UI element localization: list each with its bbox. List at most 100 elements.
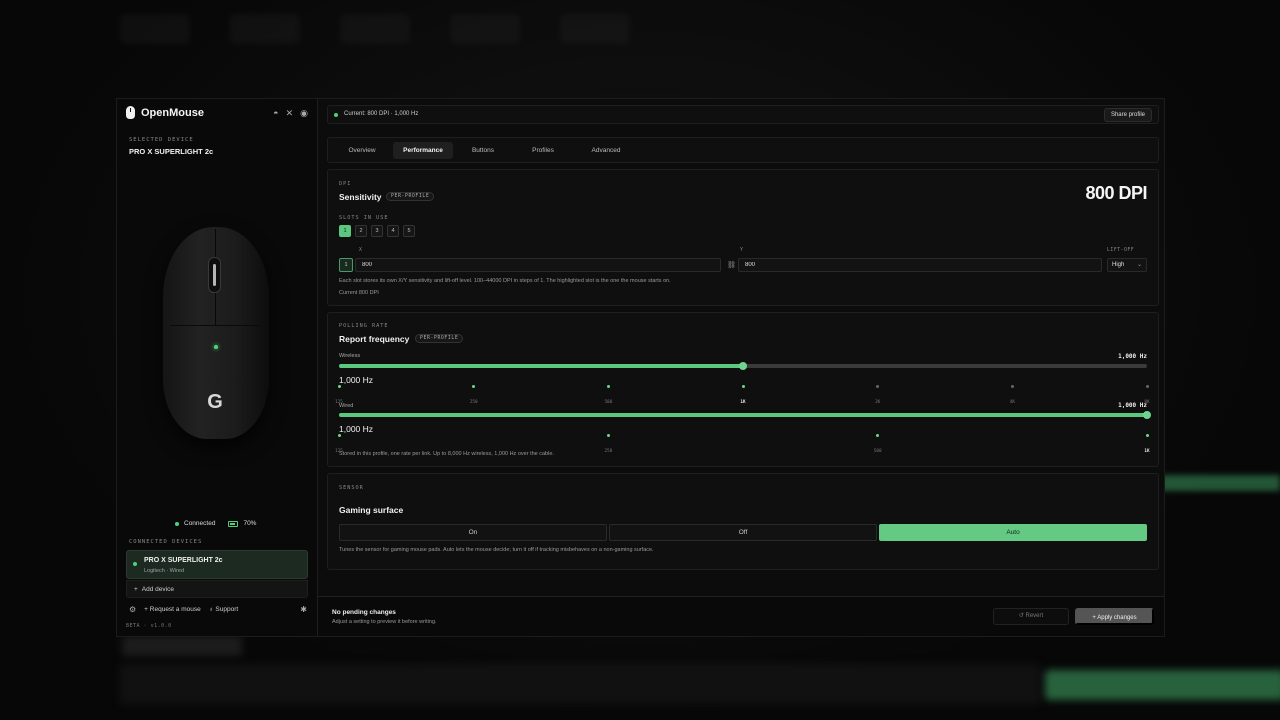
link-xy-icon[interactable]: ⛓ (727, 261, 736, 269)
add-device-button[interactable]: + Add device (126, 580, 308, 598)
wireless-tick-dot (876, 385, 880, 388)
app-window: OpenMouse ◓ ✕ ◉ SELECTED DEVICE PRO X SU… (116, 98, 1165, 637)
wireless-tick[interactable]: 500 (598, 385, 618, 408)
device-card-sub: Logitech · Wired (144, 568, 185, 574)
tab-buttons[interactable]: Buttons (458, 142, 508, 159)
active-slot-tag: 1 (339, 258, 353, 272)
wired-tick-dot (1145, 434, 1149, 437)
sensor-panel: SENSOR Gaming surface On Off Auto Tunes … (327, 473, 1159, 570)
battery-level: 70% (243, 520, 257, 527)
wired-tick-label: 500 (873, 449, 882, 454)
wired-tick-dot (337, 434, 341, 437)
per-profile-badge: PER-PROFILE (415, 334, 464, 343)
wireless-rate-display: 1,000 Hz (339, 375, 374, 385)
wireless-tick[interactable]: 2K (868, 385, 888, 408)
wireless-tick[interactable]: 1K (733, 385, 753, 408)
sidebar-footer: ⚙ + Request a mouse ♁ Support ✱ (129, 605, 307, 614)
wired-slider[interactable] (339, 411, 1151, 419)
dpi-slot-5[interactable]: 5 (403, 225, 415, 237)
revert-button[interactable]: ↺ Revert (993, 608, 1069, 625)
app-name: OpenMouse (141, 106, 204, 119)
social-links: ◓ ✕ ◉ (273, 108, 308, 119)
wired-value: 1,000 Hz (1118, 402, 1147, 409)
sensor-title: Gaming surface (339, 505, 404, 515)
device-card[interactable]: PRO X SUPERLIGHT 2c Logitech · Wired (126, 550, 308, 579)
wired-label: Wired (339, 403, 354, 409)
tab-advanced[interactable]: Advanced (580, 142, 632, 159)
polling-section-label: POLLING RATE (339, 323, 389, 329)
bug-icon[interactable]: ✱ (300, 605, 307, 614)
wireless-tick-label: 1K (740, 400, 746, 405)
tab-profiles[interactable]: Profiles (518, 142, 568, 159)
surface-option-off[interactable]: Off (609, 524, 877, 541)
polling-panel: POLLING RATE Report frequency PER-PROFIL… (327, 312, 1159, 467)
dpi-slot-4[interactable]: 4 (387, 225, 399, 237)
wireless-tick[interactable]: 4K (1002, 385, 1022, 408)
dpi-slot-1[interactable]: 1 (339, 225, 351, 237)
sidebar: OpenMouse ◓ ✕ ◉ SELECTED DEVICE PRO X SU… (117, 99, 318, 636)
status-dot-icon (175, 521, 179, 526)
chevron-down-icon: ⌄ (1136, 262, 1142, 268)
y-label: Y (740, 248, 744, 253)
x-icon[interactable]: ✕ (286, 108, 294, 119)
discord-icon[interactable]: ◓ (273, 108, 278, 119)
liftoff-select[interactable]: High ⌄ (1107, 258, 1147, 272)
share-profile-button[interactable]: Share profile (1103, 108, 1152, 122)
wireless-tick-label: 250 (469, 400, 478, 405)
wired-tick[interactable]: 1K (1137, 434, 1157, 457)
wired-tick[interactable]: 250 (598, 434, 618, 457)
surface-option-on[interactable]: On (339, 524, 607, 541)
dpi-y-input[interactable] (738, 258, 1102, 272)
background-tabs (120, 14, 630, 44)
wired-tick[interactable]: 500 (868, 434, 888, 457)
dpi-help-text: Each slot stores its own X/Y sensitivity… (339, 278, 671, 284)
support-link[interactable]: ♁ Support (209, 606, 238, 613)
selected-device-label: SELECTED DEVICE (129, 137, 194, 143)
wireless-label: Wireless (339, 353, 361, 359)
dpi-panel: DPI Sensitivity PER-PROFILE 800 DPI SLOT… (327, 169, 1159, 306)
wired-rate-display: 1,000 Hz (339, 424, 374, 434)
per-profile-badge: PER-PROFILE (386, 192, 435, 201)
mouse-image: G (158, 225, 274, 445)
wired-slider-knob[interactable] (1143, 411, 1151, 419)
undo-icon: ↺ (1018, 613, 1024, 619)
settings-icon[interactable]: ⚙ (129, 605, 136, 614)
wireless-tick-label: 2K (875, 400, 881, 405)
tab-performance[interactable]: Performance (393, 142, 453, 159)
dpi-slot-3[interactable]: 3 (371, 225, 383, 237)
wireless-slider-knob[interactable] (739, 362, 747, 370)
wired-tick-dot (876, 434, 880, 437)
dpi-x-input[interactable] (355, 258, 721, 272)
wireless-tick-label: 500 (604, 400, 613, 405)
background-bar (1160, 475, 1280, 491)
dpi-title: Sensitivity (339, 192, 382, 202)
slots-label: SLOTS IN USE (339, 215, 389, 221)
background-row (120, 664, 1040, 704)
connection-text: Connected (184, 520, 216, 527)
tab-bar: Overview Performance Buttons Profiles Ad… (327, 137, 1159, 163)
request-mouse-label: Request a mouse (149, 606, 201, 613)
mouse-logo-icon (126, 106, 135, 119)
wired-slider-fill (339, 413, 1147, 417)
status-dot-icon (334, 113, 338, 117)
wireless-tick[interactable]: 250 (464, 385, 484, 408)
wireless-slider[interactable] (339, 362, 1147, 370)
brand: OpenMouse (126, 106, 204, 119)
wireless-tick-dot (337, 385, 341, 388)
surface-option-auto[interactable]: Auto (879, 524, 1147, 541)
request-mouse-link[interactable]: + Request a mouse (144, 606, 201, 613)
wireless-tick-dot (1145, 385, 1149, 388)
liftoff-value: High (1112, 262, 1125, 268)
current-settings: Current: 800 DPI · 1,000 Hz (344, 111, 419, 117)
polling-title: Report frequency (339, 334, 410, 344)
dpi-section-label: DPI (339, 181, 352, 187)
status-led (214, 345, 218, 349)
tab-overview[interactable]: Overview (336, 142, 388, 159)
wireless-tick-dot (606, 385, 610, 388)
wired-tick-label: 250 (604, 449, 613, 454)
support-label: Support (215, 606, 239, 613)
dpi-slot-2[interactable]: 2 (355, 225, 367, 237)
apply-changes-button[interactable]: + Apply changes (1075, 608, 1154, 625)
plus-icon: + (134, 585, 138, 593)
github-icon[interactable]: ◉ (300, 108, 308, 119)
